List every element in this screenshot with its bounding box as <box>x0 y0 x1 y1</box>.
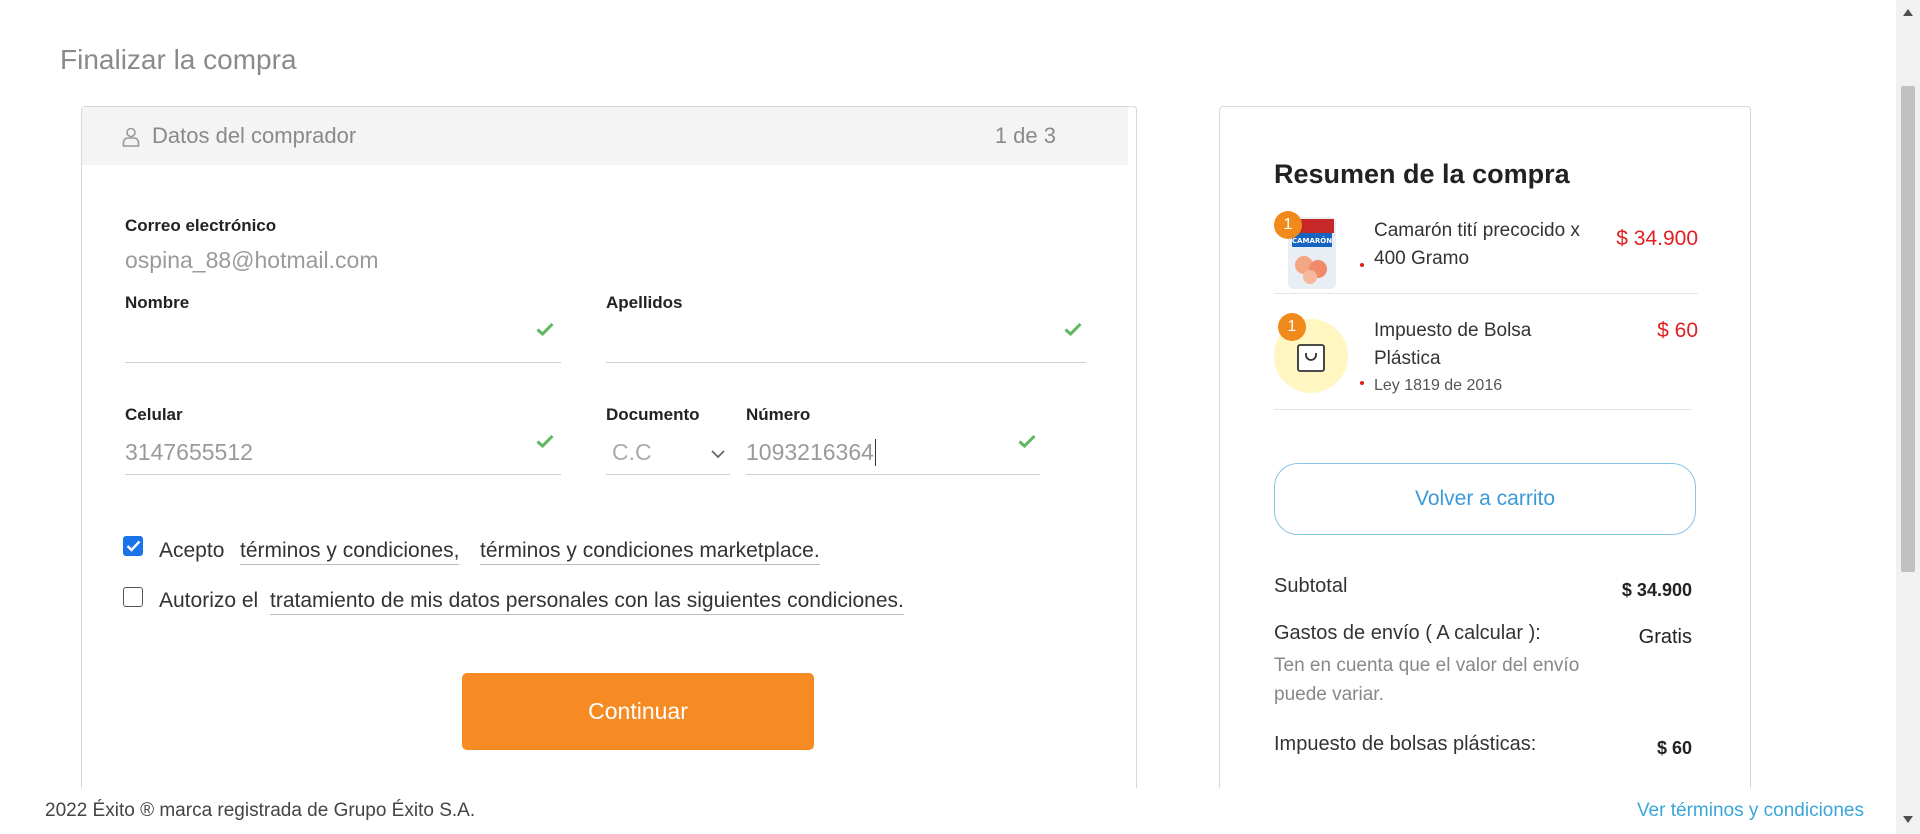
summary-title: Resumen de la compra <box>1274 159 1570 189</box>
valid-check-icon <box>536 434 554 448</box>
terms-marketplace-link[interactable]: términos y condiciones marketplace. <box>480 539 820 565</box>
celular-field[interactable]: 3147655512 <box>125 427 561 477</box>
item-divider <box>1274 293 1698 294</box>
item-name: Impuesto de Bolsa Plástica <box>1374 320 1532 369</box>
item-note: Ley 1819 de 2016 <box>1374 377 1503 394</box>
copyright-text: 2022 Éxito ® marca registrada de Grupo É… <box>45 800 476 821</box>
terms-prefix: Acepto <box>159 539 225 562</box>
nombre-label: Nombre <box>125 293 190 312</box>
email-label: Correo electrónico <box>125 216 277 235</box>
terms-link[interactable]: términos y condiciones, <box>240 539 460 565</box>
privacy-link[interactable]: tratamiento de mis datos personales con … <box>270 589 904 615</box>
step-indicator: 1 de 3 <box>994 123 1056 148</box>
summary-item: 1 Impuesto de Bolsa Plástica Ley 1819 de… <box>1274 303 1698 403</box>
subtotal-label: Subtotal <box>1274 575 1348 597</box>
documento-underline <box>606 474 730 475</box>
numero-label: Número <box>746 405 811 424</box>
buyer-card-header[interactable]: Datos del comprador 1 de 3 <box>82 107 1128 165</box>
buyer-card-title: Datos del comprador <box>152 123 357 148</box>
privacy-checkbox[interactable] <box>123 587 143 607</box>
scroll-thumb[interactable] <box>1901 86 1915 572</box>
documento-label: Documento <box>606 405 700 424</box>
back-to-cart-button[interactable]: Volver a carrito <box>1274 463 1696 535</box>
item-name: Camarón tití precocido x 400 Gramo <box>1374 220 1580 269</box>
bag-tax-label: Impuesto de bolsas plásticas: <box>1274 733 1537 755</box>
valid-check-icon <box>1018 434 1036 448</box>
numero-field[interactable]: 1093216364 <box>746 427 1040 477</box>
documento-select[interactable]: C.C <box>606 427 730 477</box>
bag-tax-value: $ 60 <box>1656 738 1692 758</box>
email-value: ospina_88@hotmail.com <box>125 247 379 273</box>
numero-value: 1093216364 <box>746 439 876 466</box>
valid-check-icon <box>536 322 554 336</box>
celular-value: 3147655512 <box>125 439 253 465</box>
buyer-data-card: Datos del comprador 1 de 3 Correo electr… <box>81 106 1137 806</box>
nombre-underline <box>125 362 561 363</box>
checkmark-icon <box>126 540 141 552</box>
item-price: $ 34.900 <box>1616 227 1698 250</box>
apellidos-label: Apellidos <box>606 293 683 312</box>
shipping-note: Ten en cuenta que el valor del envío pue… <box>1274 655 1580 705</box>
item-price: $ 60 <box>1657 319 1698 342</box>
valid-check-icon <box>1064 322 1082 336</box>
numero-underline <box>746 474 1040 475</box>
footer: 2022 Éxito ® marca registrada de Grupo É… <box>0 788 1896 834</box>
continue-button[interactable]: Continuar <box>462 673 814 750</box>
red-dot <box>1360 381 1364 385</box>
documento-value: C.C <box>612 439 652 465</box>
apellidos-underline <box>606 362 1086 363</box>
shipping-label: Gastos de envío ( A calcular ): <box>1274 622 1541 644</box>
svg-text:CAMARÓN: CAMARÓN <box>1292 236 1332 245</box>
vertical-scrollbar[interactable] <box>1896 0 1920 834</box>
item-divider <box>1274 409 1692 410</box>
order-summary-card: Resumen de la compra CAMARÓN 1 Camarón t… <box>1219 106 1751 806</box>
celular-label: Celular <box>125 405 183 424</box>
shipping-value: Gratis <box>1638 626 1692 648</box>
shopping-bag-icon <box>1297 344 1325 372</box>
subtotal-value: $ 34.900 <box>1621 580 1692 600</box>
user-icon <box>122 127 140 147</box>
privacy-prefix: Autorizo el <box>159 589 259 612</box>
scroll-down-arrow-icon[interactable] <box>1903 816 1913 824</box>
chevron-down-icon <box>711 450 725 459</box>
red-dot <box>1360 263 1364 267</box>
terms-checkbox[interactable] <box>123 536 143 556</box>
scroll-up-arrow-icon[interactable] <box>1903 8 1913 16</box>
quantity-badge: 1 <box>1278 313 1306 341</box>
celular-underline <box>125 474 561 475</box>
terms-footer-link[interactable]: Ver términos y condiciones <box>1637 800 1864 822</box>
page-title: Finalizar la compra <box>60 44 297 75</box>
quantity-badge: 1 <box>1274 211 1302 239</box>
summary-item: CAMARÓN 1 Camarón tití precocido x 400 G… <box>1274 211 1698 299</box>
